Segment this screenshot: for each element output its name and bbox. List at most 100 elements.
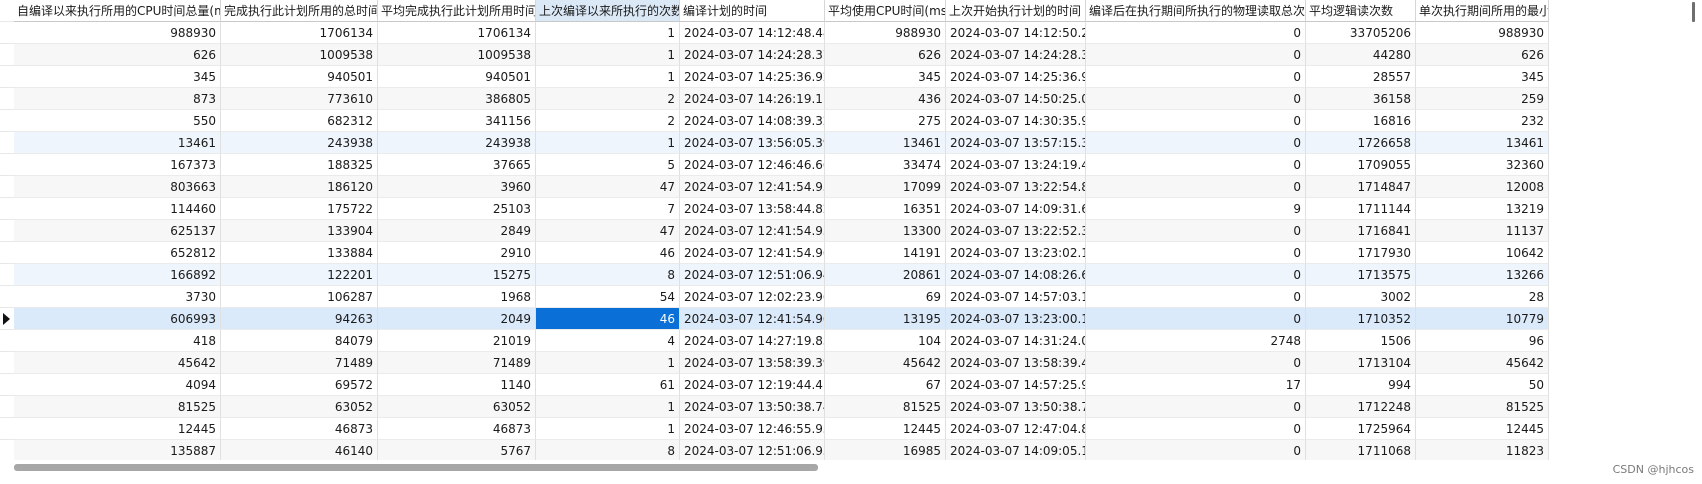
- table-cell[interactable]: 67: [825, 374, 946, 396]
- table-cell[interactable]: 11137: [1416, 220, 1549, 242]
- table-cell[interactable]: 5: [536, 154, 680, 176]
- table-cell[interactable]: 2024-03-07 12:41:54.960: [680, 308, 825, 330]
- column-header[interactable]: 上次编译以来所执行的次数: [536, 0, 680, 22]
- table-cell[interactable]: 2024-03-07 13:50:38.747: [680, 396, 825, 418]
- table-cell[interactable]: 61: [536, 374, 680, 396]
- vertical-scrollbar[interactable]: [1692, 2, 1695, 22]
- table-cell[interactable]: 773610: [221, 88, 378, 110]
- table-row[interactable]: 81525 63052 63052 1 2024-03-07 13:50:38.747 8…: [14, 396, 1549, 418]
- table-row[interactable]: 988930 1706134 1706134 1 2024-03-07 14:12:48…: [14, 22, 1549, 44]
- table-cell[interactable]: 2024-03-07 13:58:39.407: [946, 352, 1086, 374]
- table-cell[interactable]: 550: [14, 110, 221, 132]
- table-cell[interactable]: 2024-03-07 14:12:48.480: [680, 22, 825, 44]
- row-indicator[interactable]: [0, 286, 14, 308]
- table-cell[interactable]: 2024-03-07 12:46:46.660: [680, 154, 825, 176]
- table-cell[interactable]: 2024-03-07 12:41:54.957: [680, 176, 825, 198]
- table-cell[interactable]: 13300: [825, 220, 946, 242]
- table-cell[interactable]: 1712248: [1306, 396, 1416, 418]
- table-cell[interactable]: 2024-03-07 14:24:28.380: [946, 44, 1086, 66]
- row-indicator[interactable]: [0, 154, 14, 176]
- table-row[interactable]: 652812 133884 2910 46 2024-03-07 12:41:54.96…: [14, 242, 1549, 264]
- table-cell[interactable]: 71489: [378, 352, 536, 374]
- table-cell[interactable]: 0: [1086, 22, 1306, 44]
- table-cell[interactable]: 988930: [825, 22, 946, 44]
- table-cell[interactable]: 626: [14, 44, 221, 66]
- table-row[interactable]: 12445 46873 46873 1 2024-03-07 12:46:55.953 1…: [14, 418, 1549, 440]
- table-cell[interactable]: 232: [1416, 110, 1549, 132]
- table-cell[interactable]: 1968: [378, 286, 536, 308]
- row-indicator[interactable]: [0, 264, 14, 286]
- table-cell[interactable]: 1: [536, 22, 680, 44]
- table-cell[interactable]: 135887: [14, 440, 221, 460]
- table-cell[interactable]: 2024-03-07 13:58:39.390: [680, 352, 825, 374]
- table-cell[interactable]: 994: [1306, 374, 1416, 396]
- table-cell[interactable]: 940501: [378, 66, 536, 88]
- table-cell[interactable]: 873: [14, 88, 221, 110]
- table-cell[interactable]: 4: [536, 330, 680, 352]
- table-cell[interactable]: 345: [1416, 66, 1549, 88]
- table-cell[interactable]: 2024-03-07 12:51:06.940: [680, 264, 825, 286]
- table-cell[interactable]: 1: [536, 44, 680, 66]
- table-row[interactable]: 418 84079 21019 4 2024-03-07 14:27:19.833 104…: [14, 330, 1549, 352]
- table-cell[interactable]: 2024-03-07 14:09:05.120: [946, 440, 1086, 460]
- table-cell[interactable]: 0: [1086, 88, 1306, 110]
- table-cell[interactable]: 17: [1086, 374, 1306, 396]
- table-cell[interactable]: 1726658: [1306, 132, 1416, 154]
- table-cell[interactable]: 50: [1416, 374, 1549, 396]
- table-cell[interactable]: 2748: [1086, 330, 1306, 352]
- table-cell[interactable]: 14191: [825, 242, 946, 264]
- table-cell[interactable]: 803663: [14, 176, 221, 198]
- table-cell[interactable]: 386805: [378, 88, 536, 110]
- table-cell[interactable]: 1: [536, 396, 680, 418]
- table-cell[interactable]: 106287: [221, 286, 378, 308]
- table-cell[interactable]: 2024-03-07 14:50:25.010: [946, 88, 1086, 110]
- row-indicator[interactable]: [0, 418, 14, 440]
- table-cell[interactable]: 1506: [1306, 330, 1416, 352]
- table-cell[interactable]: 0: [1086, 264, 1306, 286]
- table-cell[interactable]: 243938: [221, 132, 378, 154]
- table-cell[interactable]: 0: [1086, 286, 1306, 308]
- table-cell[interactable]: 345: [14, 66, 221, 88]
- table-cell[interactable]: 2024-03-07 13:50:38.770: [946, 396, 1086, 418]
- table-cell[interactable]: 0: [1086, 154, 1306, 176]
- table-cell[interactable]: 243938: [378, 132, 536, 154]
- table-cell[interactable]: 94263: [221, 308, 378, 330]
- column-header[interactable]: 自编译以来执行所用的CPU时间总量(ms): [14, 0, 221, 22]
- table-cell[interactable]: 12008: [1416, 176, 1549, 198]
- table-cell[interactable]: 2024-03-07 13:24:19.480: [946, 154, 1086, 176]
- table-cell[interactable]: 606993: [14, 308, 221, 330]
- table-cell[interactable]: 20861: [825, 264, 946, 286]
- table-row[interactable]: 803663 186120 3960 47 2024-03-07 12:41:54.95…: [14, 176, 1549, 198]
- table-cell[interactable]: 69: [825, 286, 946, 308]
- row-indicator[interactable]: [0, 242, 14, 264]
- table-cell[interactable]: 1709055: [1306, 154, 1416, 176]
- table-cell[interactable]: 32360: [1416, 154, 1549, 176]
- table-cell[interactable]: 2024-03-07 12:47:04.803: [946, 418, 1086, 440]
- table-cell[interactable]: 2024-03-07 14:08:39.320: [680, 110, 825, 132]
- row-indicator[interactable]: [0, 22, 14, 44]
- results-grid[interactable]: 自编译以来执行所用的CPU时间总量(ms) 完成执行此计划所用的总时间 平均完成…: [0, 0, 1687, 460]
- table-cell[interactable]: 1710352: [1306, 308, 1416, 330]
- table-cell[interactable]: 81525: [1416, 396, 1549, 418]
- table-cell[interactable]: 2024-03-07 14:09:31.647: [946, 198, 1086, 220]
- table-cell[interactable]: 0: [1086, 176, 1306, 198]
- table-cell[interactable]: 16816: [1306, 110, 1416, 132]
- table-cell[interactable]: 13461: [825, 132, 946, 154]
- table-cell[interactable]: 625137: [14, 220, 221, 242]
- table-cell[interactable]: 46140: [221, 440, 378, 460]
- row-indicator[interactable]: [0, 220, 14, 242]
- horizontal-scrollbar[interactable]: [14, 464, 818, 471]
- table-cell[interactable]: 345: [825, 66, 946, 88]
- column-header[interactable]: 平均逻辑读次数: [1306, 0, 1416, 22]
- table-row[interactable]: 13461 243938 243938 1 2024-03-07 13:56:05.39…: [14, 132, 1549, 154]
- table-cell[interactable]: 2024-03-07 14:30:35.903: [946, 110, 1086, 132]
- table-cell[interactable]: 186120: [221, 176, 378, 198]
- table-cell[interactable]: 3730: [14, 286, 221, 308]
- table-cell[interactable]: 1725964: [1306, 418, 1416, 440]
- table-cell[interactable]: 17099: [825, 176, 946, 198]
- table-cell[interactable]: 1706134: [221, 22, 378, 44]
- table-cell[interactable]: 7: [536, 198, 680, 220]
- table-cell[interactable]: 45642: [14, 352, 221, 374]
- table-cell[interactable]: 114460: [14, 198, 221, 220]
- table-cell[interactable]: 2910: [378, 242, 536, 264]
